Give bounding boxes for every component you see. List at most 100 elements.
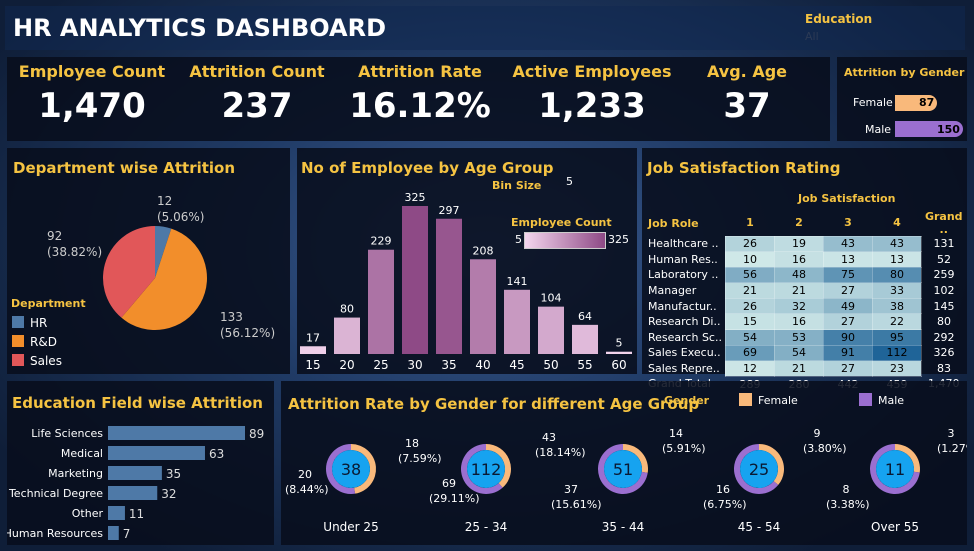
education-category-label: Other: [72, 507, 104, 520]
age-tick-label: 35: [441, 358, 456, 372]
table-header-cell: Grand ..: [924, 210, 963, 236]
rating-cell[interactable]: 27: [822, 313, 873, 331]
age-group-label: 25 - 34: [465, 520, 508, 534]
education-bar[interactable]: [108, 446, 205, 460]
education-bar[interactable]: [108, 526, 119, 540]
age-bar[interactable]: [470, 259, 496, 354]
department-pie-chart: 12 (5.06%) 133 (56.12%) 92 (38.82%) HR R&D Sales: [12, 194, 275, 368]
rating-cell[interactable]: 69: [724, 344, 775, 362]
rating-cell[interactable]: 19: [773, 235, 824, 253]
grand-total-cell: 326: [933, 346, 955, 360]
job-satisfaction-super-header: Job Satisfaction: [798, 192, 896, 205]
rating-cell[interactable]: 91: [822, 344, 873, 362]
rating-cell[interactable]: 75: [822, 266, 873, 284]
rating-cell[interactable]: 22: [871, 313, 922, 331]
rating-cell[interactable]: 54: [773, 344, 824, 362]
rating-cell[interactable]: 32: [773, 297, 824, 315]
rating-cell[interactable]: 80: [871, 266, 922, 284]
gender-female-value: 87: [919, 96, 935, 109]
education-bar[interactable]: [108, 486, 158, 500]
rating-cell[interactable]: 43: [871, 235, 922, 253]
age-tick-label: 50: [543, 358, 558, 372]
grand-total-cell: 102: [933, 284, 955, 298]
age-bar[interactable]: [436, 218, 462, 354]
rating-cell[interactable]: 27: [822, 360, 873, 377]
rating-cell[interactable]: 26: [724, 235, 775, 253]
age-group-panel: No of Employee by Age Group Bin Size 5 E…: [297, 148, 637, 374]
age-tick-label: 15: [305, 358, 320, 372]
rating-cell[interactable]: 38: [871, 297, 922, 315]
age-bar[interactable]: [538, 306, 564, 354]
rating-cell[interactable]: 90: [822, 329, 873, 346]
education-bar[interactable]: [108, 506, 125, 520]
rating-cell[interactable]: 54: [724, 329, 775, 346]
age-bar[interactable]: [368, 249, 394, 354]
rating-cell[interactable]: 10: [724, 251, 775, 268]
table-row: Human Res.. 10 16 13 13 52: [645, 251, 966, 268]
rating-cell[interactable]: 12: [724, 360, 775, 377]
rating-cell[interactable]: 48: [773, 266, 824, 284]
age-bar[interactable]: [402, 206, 428, 354]
pie-label-line: (5.06%): [157, 210, 204, 224]
male-count-label: 37: [564, 483, 578, 496]
grand-total-cell: 80: [936, 315, 951, 329]
age-bar-value: 208: [473, 244, 494, 257]
education-bar[interactable]: [108, 426, 245, 440]
kpi-avg-age-label: Avg. Age: [706, 62, 788, 81]
donut-total-value: 112: [471, 460, 502, 479]
male-count-label: 69: [442, 477, 456, 490]
rating-cell[interactable]: 23: [871, 360, 922, 377]
rating-cell[interactable]: 112: [871, 344, 922, 362]
male-pct-label: (6.75%): [703, 498, 747, 511]
male-pct-label: (15.61%): [551, 498, 602, 511]
rating-cell[interactable]: 21: [773, 282, 824, 299]
rating-cell[interactable]: 95: [871, 329, 922, 346]
rating-cell[interactable]: 49: [822, 297, 873, 315]
rating-cell[interactable]: 27: [822, 282, 873, 299]
education-filter[interactable]: Education All: [805, 12, 872, 43]
age-group-label: Under 25: [323, 520, 378, 534]
female-pct-label: (5.91%): [662, 442, 706, 455]
gender-attrition-title: Attrition by Gender: [844, 66, 965, 79]
rating-cell[interactable]: 33: [871, 282, 922, 299]
age-bar-value: 80: [340, 303, 354, 316]
age-bar-value: 141: [507, 275, 528, 288]
age-bar[interactable]: [606, 351, 632, 354]
age-bar[interactable]: [300, 346, 326, 354]
legend-swatch: [12, 316, 24, 328]
rating-cell[interactable]: 13: [822, 251, 873, 268]
age-bar-value: 229: [371, 235, 392, 248]
table-row: Sales Execu.. 69 54 91 112 326: [645, 344, 966, 362]
age-bar[interactable]: [504, 289, 530, 354]
gender-attrition-panel: Attrition by Gender Female 87 Male 150: [837, 57, 967, 141]
table-row: Research Di.. 15 16 27 22 80: [645, 313, 966, 331]
rating-cell[interactable]: 56: [724, 266, 775, 284]
department-panel: Department wise Attrition 12 (5.06%) 133 (5…: [7, 148, 290, 374]
female-pct-label: (18.14%): [535, 446, 586, 459]
age-bar-value: 64: [578, 310, 592, 323]
age-tick-label: 60: [611, 358, 626, 372]
rating-cell[interactable]: 16: [773, 251, 824, 268]
age-group-label: 45 - 54: [738, 520, 781, 534]
age-bar[interactable]: [334, 317, 360, 354]
age-tick-label: 40: [475, 358, 490, 372]
education-bar[interactable]: [108, 466, 162, 480]
education-filter-value[interactable]: All: [805, 30, 872, 43]
rating-cell[interactable]: 26: [724, 297, 775, 315]
rating-cell[interactable]: 15: [724, 313, 775, 331]
rating-cell[interactable]: 21: [724, 282, 775, 299]
education-bar-value: 7: [123, 527, 131, 541]
age-bar[interactable]: [572, 324, 598, 354]
male-pct-label: (3.38%): [826, 498, 870, 511]
rating-cell[interactable]: 21: [773, 360, 824, 377]
job-satisfaction-table: Job Role 1 2 3 4 Grand .. Healthcare .. 2…: [645, 210, 966, 391]
rating-cell[interactable]: 43: [822, 235, 873, 253]
title-bar: HR ANALYTICS DASHBOARD Education All: [5, 6, 965, 50]
rating-cell[interactable]: 16: [773, 313, 824, 331]
rating-cell[interactable]: 13: [871, 251, 922, 268]
legend-swatch: [12, 335, 24, 347]
age-bar-value: 5: [616, 337, 623, 350]
job-role-cell: Research Di..: [648, 315, 721, 329]
male-pct-label: (29.11%): [429, 492, 480, 505]
rating-cell[interactable]: 53: [773, 329, 824, 346]
